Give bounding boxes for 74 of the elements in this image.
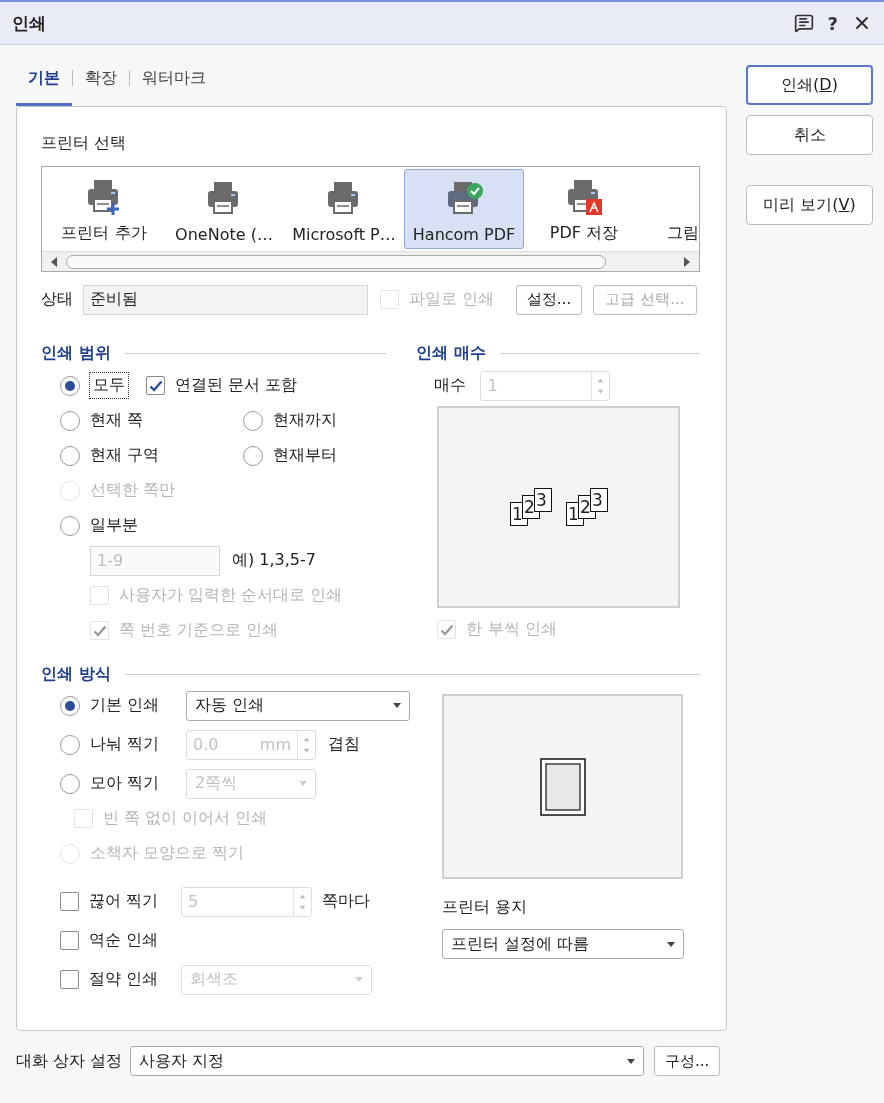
printer-item[interactable]: 그림 xyxy=(644,169,700,249)
radio-button[interactable] xyxy=(243,445,263,466)
section-heading: 인쇄 방식 xyxy=(41,663,111,685)
radio-label: 일부분 xyxy=(90,515,138,536)
radio-button[interactable] xyxy=(60,375,80,396)
radio-button[interactable] xyxy=(60,515,80,536)
radio-button[interactable] xyxy=(60,445,80,466)
checkbox-label: 끊어 찍기 xyxy=(89,891,159,912)
checkbox[interactable] xyxy=(146,376,165,395)
caret-icon xyxy=(667,941,675,947)
caret-icon xyxy=(299,781,307,786)
radio-button[interactable] xyxy=(60,773,80,794)
printer-item[interactable]: Hancom PDF xyxy=(404,169,524,249)
every-pages-label: 쪽마다 xyxy=(322,891,370,912)
dialog-settings-label: 대화 상자 설정 xyxy=(16,1050,123,1072)
printer-item[interactable]: OneNote (… xyxy=(164,169,284,249)
radio-label: 나눠 찍기 xyxy=(90,734,160,755)
radio-label: 현재부터 xyxy=(273,445,337,466)
radio-button[interactable] xyxy=(60,695,80,716)
checkbox-label: 사용자가 입력한 순서대로 인쇄 xyxy=(119,585,343,606)
radio-label: 기본 인쇄 xyxy=(90,695,160,716)
radio-button[interactable] xyxy=(60,410,80,431)
printer-item[interactable]: Microsoft P… xyxy=(284,169,404,249)
radio-label: 현재 쪽 xyxy=(90,410,144,431)
checkbox-label: 파일로 인쇄 xyxy=(409,289,495,310)
window-title: 인쇄 xyxy=(12,11,47,35)
radio-label: 모아 찍기 xyxy=(90,773,160,794)
horizontal-scrollbar[interactable] xyxy=(42,251,699,271)
radio-button[interactable] xyxy=(60,734,80,755)
copies-label: 매수 xyxy=(434,375,467,396)
caret-icon xyxy=(393,703,401,708)
checkbox-label: 한 부씩 인쇄 xyxy=(466,619,557,640)
radio-label: 모두 xyxy=(93,375,125,394)
radio-label: 현재 구역 xyxy=(90,445,160,466)
print-mode-dropdown[interactable]: 자동 인쇄 xyxy=(186,690,410,721)
dialog-button[interactable]: 미리 보기(V) xyxy=(746,185,873,225)
page-preview-icon xyxy=(539,757,586,816)
status-field: 준비됨 xyxy=(83,284,368,315)
page-number: 3 xyxy=(533,488,552,512)
caret-icon xyxy=(627,1058,636,1064)
checkbox-label: 역순 인쇄 xyxy=(89,930,159,951)
tab[interactable]: 확장 xyxy=(73,68,129,106)
configure-button[interactable]: 구성... xyxy=(654,1046,721,1076)
page-number: 3 xyxy=(589,488,608,512)
radio-label: 현재까지 xyxy=(273,410,337,431)
paper-label: 프린터 용지 xyxy=(442,897,528,916)
comment-icon[interactable] xyxy=(793,13,814,33)
dialog-button[interactable]: 인쇄(D) xyxy=(746,65,873,105)
example-text: 예) 1,3,5-7 xyxy=(232,550,316,571)
dialog-button[interactable]: 취소 xyxy=(746,115,873,155)
section-heading: 인쇄 매수 xyxy=(416,342,487,364)
checkbox[interactable] xyxy=(60,892,79,911)
radio-button[interactable] xyxy=(243,410,263,431)
checkbox-label: 연결된 문서 포함 xyxy=(175,375,298,396)
checkbox[interactable] xyxy=(60,931,79,950)
dialog-settings-dropdown[interactable]: 사용자 지정 xyxy=(130,1046,645,1076)
radio-label: 선택한 쪽만 xyxy=(90,480,176,501)
printer-item[interactable]: 프린터 추가 xyxy=(44,169,164,249)
section-heading: 인쇄 범위 xyxy=(41,342,111,364)
tab[interactable]: 워터마크 xyxy=(130,68,218,106)
paper-dropdown[interactable]: 프린터 설정에 따름 xyxy=(442,929,684,959)
checkbox[interactable] xyxy=(60,970,79,989)
status-label: 상태 xyxy=(41,289,73,310)
overlap-label: 겹침 xyxy=(328,734,360,755)
checkbox-label: 빈 쪽 없이 이어서 인쇄 xyxy=(103,808,268,829)
printer-item[interactable]: PDF 저장 xyxy=(524,169,644,249)
scroll-thumb[interactable] xyxy=(66,254,606,269)
caret-icon xyxy=(355,977,363,982)
checkbox-label: 쪽 번호 기준으로 인쇄 xyxy=(119,620,279,641)
help-button[interactable]: ? xyxy=(827,12,838,34)
radio-label: 소책자 모양으로 찍기 xyxy=(90,843,245,864)
checkbox-label: 절약 인쇄 xyxy=(89,969,159,990)
settings-button[interactable]: 설정... xyxy=(516,284,582,315)
section-label: 프린터 선택 xyxy=(41,133,127,152)
